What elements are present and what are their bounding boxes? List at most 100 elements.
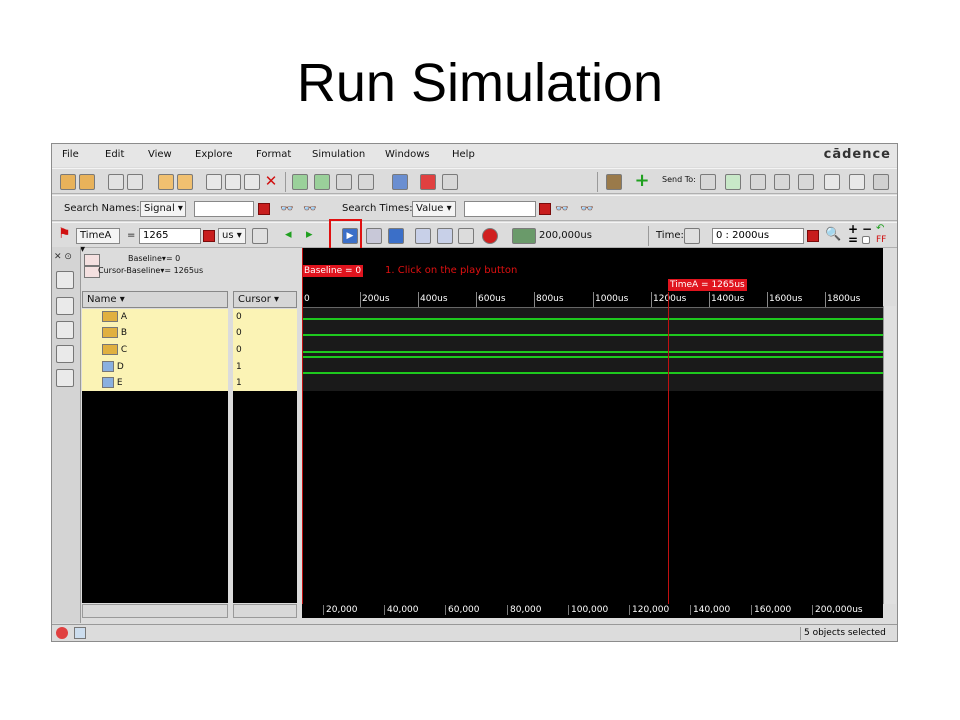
prev-edge-icon[interactable]: ◂ (285, 228, 301, 244)
ff-icon[interactable]: FF (876, 235, 886, 245)
cursor-select[interactable]: TimeA ▾ (76, 228, 120, 255)
send-memory-icon[interactable] (798, 174, 814, 190)
package-icon[interactable] (606, 174, 622, 190)
new-window-icon[interactable] (127, 174, 143, 190)
cursor-delta-info: Cursor-Baseline▾= 1265us (98, 266, 204, 275)
next-edge-icon[interactable]: ▸ (306, 228, 322, 244)
source-tool-icon[interactable] (56, 345, 74, 363)
menu-view[interactable]: View (148, 149, 172, 160)
register-icon[interactable] (336, 174, 352, 190)
cursor-time-input[interactable]: 1265 (139, 228, 201, 244)
stop-button[interactable] (482, 228, 498, 244)
undo-icon[interactable] (158, 174, 174, 190)
pause-button[interactable] (366, 228, 382, 244)
close-rail-icon[interactable]: ✕ ⊙ (54, 252, 72, 262)
selection-status: 5 objects selected (804, 628, 886, 638)
time-range-dropdown-button[interactable] (807, 230, 819, 242)
send-table-icon[interactable] (849, 174, 865, 190)
browser-icon[interactable] (56, 271, 74, 289)
zoom-icon[interactable]: 🔍 (825, 228, 841, 244)
search-times-input[interactable] (464, 201, 536, 217)
time-range-input[interactable]: 0 : 2000us (712, 228, 804, 244)
time-ruler[interactable]: 0 200us 400us 600us 800us 1000us 1200us 1400us 1… (302, 292, 883, 308)
pointer-icon[interactable] (442, 174, 458, 190)
trace-e[interactable] (302, 372, 883, 374)
menu-explore[interactable]: Explore (195, 149, 233, 160)
trace-a[interactable] (302, 318, 883, 320)
cursor-time-tag[interactable]: TimeA = 1265us (668, 279, 747, 291)
monitor-icon[interactable] (392, 174, 408, 190)
trace-c[interactable] (302, 351, 883, 353)
cursor-column-header[interactable]: Cursor ▾ (233, 291, 297, 308)
search-names-dropdown-button[interactable] (258, 203, 270, 215)
name-hscrollbar[interactable] (82, 604, 228, 618)
baseline-tag[interactable]: Baseline = 0 (302, 265, 364, 277)
undo-zoom-icon[interactable]: ↶ (876, 224, 886, 234)
menu-windows[interactable]: Windows (385, 149, 430, 160)
time-range-icon[interactable] (684, 228, 700, 244)
copy-window-icon[interactable] (108, 174, 124, 190)
send-calculator-icon[interactable] (873, 174, 889, 190)
send-register-icon[interactable] (774, 174, 790, 190)
cursor-time-dropdown-button[interactable] (203, 230, 215, 242)
step-over-button[interactable] (437, 228, 453, 244)
filter-tool-icon[interactable] (56, 369, 74, 387)
search-names-input[interactable] (194, 201, 254, 217)
trace-d[interactable] (302, 356, 883, 358)
zoom-fit-icon[interactable]: = (848, 234, 858, 246)
baseline-info: Baseline▾= 0 (128, 254, 181, 263)
waveform-icon[interactable] (314, 174, 330, 190)
step-out-button[interactable] (458, 228, 474, 244)
cursor-line[interactable] (668, 292, 669, 604)
send-schematic-icon[interactable] (725, 174, 741, 190)
binoculars-icon[interactable]: 👓 (280, 201, 296, 217)
signal-row-a[interactable]: A (102, 311, 127, 327)
open-icon[interactable] (60, 174, 76, 190)
flag-icon[interactable] (420, 174, 436, 190)
send-source-icon[interactable] (750, 174, 766, 190)
cut-icon[interactable] (206, 174, 222, 190)
search-times-dropdown-button[interactable] (539, 203, 551, 215)
vertical-scrollbar[interactable] (883, 306, 896, 604)
rewind-button[interactable] (388, 228, 404, 244)
find-icon[interactable] (358, 174, 374, 190)
marker-flag-icon[interactable]: ⚑ (58, 227, 74, 243)
open-db-icon[interactable] (79, 174, 95, 190)
zoom-box-icon[interactable] (862, 236, 870, 244)
send-browser-icon[interactable] (700, 174, 716, 190)
hierarchy-icon[interactable] (56, 297, 74, 315)
cursor-options-icon[interactable] (252, 228, 268, 244)
signal-row-b[interactable]: B (102, 327, 127, 343)
waveform-canvas[interactable]: Baseline = 0 1. Click on the play button… (302, 248, 883, 604)
search-names-type-select[interactable]: Signal ▾ (140, 201, 186, 217)
add-icon[interactable]: + (634, 172, 650, 190)
redo-icon[interactable] (177, 174, 193, 190)
name-column-header[interactable]: Name ▾ (82, 291, 228, 308)
search-prev-icon[interactable]: 👓 (555, 201, 571, 217)
search-next-icon[interactable]: 👓 (580, 201, 596, 217)
schematic-tool-icon[interactable] (56, 321, 74, 339)
schematic-icon[interactable] (292, 174, 308, 190)
cursor-hscrollbar[interactable] (233, 604, 297, 618)
send-window-icon[interactable] (824, 174, 840, 190)
zoom-out-icon[interactable]: − (862, 223, 872, 235)
search-times-type-select[interactable]: Value ▾ (412, 201, 456, 217)
paste-icon[interactable] (244, 174, 260, 190)
menu-edit[interactable]: Edit (105, 149, 124, 160)
overview-timeline[interactable]: 20,000 40,000 60,000 80,000 100,000 120,000 14… (302, 604, 883, 618)
menu-file[interactable]: File (62, 149, 79, 160)
signal-row-c[interactable]: C (102, 344, 127, 360)
signal-row-d[interactable]: D (102, 361, 124, 377)
unit-select[interactable]: us ▾ (218, 228, 246, 244)
binoculars-next-icon[interactable]: 👓 (303, 201, 319, 217)
menu-simulation[interactable]: Simulation (312, 149, 365, 160)
copy-icon[interactable] (225, 174, 241, 190)
menu-help[interactable]: Help (452, 149, 475, 160)
delete-icon[interactable]: ✕ (263, 174, 279, 190)
console-icon[interactable] (74, 627, 86, 639)
stop-status-icon[interactable] (56, 627, 68, 639)
step-button[interactable] (415, 228, 431, 244)
signal-row-e[interactable]: E (102, 377, 123, 393)
trace-b[interactable] (302, 334, 883, 336)
menu-format[interactable]: Format (256, 149, 291, 160)
